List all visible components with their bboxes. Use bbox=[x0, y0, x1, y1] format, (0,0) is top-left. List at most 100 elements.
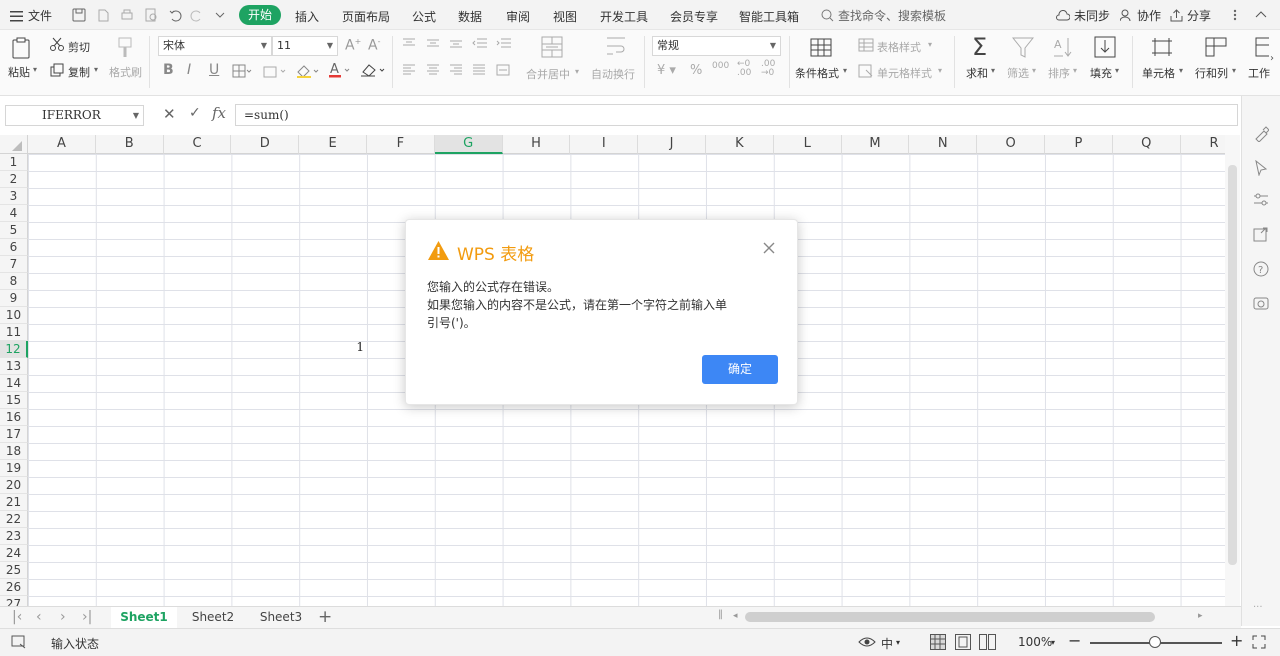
language-dropdown-icon[interactable]: ▾ bbox=[896, 638, 900, 647]
ok-button[interactable]: 确定 bbox=[702, 355, 778, 384]
fullscreen-icon[interactable] bbox=[1252, 635, 1266, 649]
paste-button[interactable]: 粘贴 bbox=[8, 64, 30, 80]
undo-icon[interactable] bbox=[168, 8, 182, 22]
image-tools-icon[interactable] bbox=[1253, 295, 1269, 311]
fill-dropdown-icon[interactable]: ▾ bbox=[1115, 66, 1119, 75]
column-header-i[interactable]: I bbox=[570, 135, 639, 154]
row-column-button[interactable]: 行和列 bbox=[1195, 65, 1228, 81]
cell-dropdown-icon[interactable]: ▾ bbox=[1179, 66, 1183, 75]
cell-e12[interactable]: 1 bbox=[300, 340, 364, 354]
tab-member[interactable]: 会员专享 bbox=[670, 8, 718, 25]
row-header-19[interactable]: 19 bbox=[0, 460, 28, 477]
clear-format-icon[interactable] bbox=[360, 63, 386, 77]
row-header-23[interactable]: 23 bbox=[0, 528, 28, 545]
cell-style-dropdown-icon[interactable]: ▾ bbox=[938, 66, 942, 75]
justify-icon[interactable] bbox=[472, 64, 486, 76]
sync-status[interactable]: 未同步 bbox=[1055, 7, 1110, 24]
row-header-9[interactable]: 9 bbox=[0, 290, 28, 307]
column-header-b[interactable]: B bbox=[95, 135, 164, 154]
row-header-10[interactable]: 10 bbox=[0, 307, 28, 324]
first-sheet-icon[interactable]: |‹ bbox=[12, 609, 22, 625]
column-header-p[interactable]: P bbox=[1045, 135, 1113, 154]
tab-start[interactable]: 开始 bbox=[239, 5, 281, 25]
paste-dropdown-icon[interactable]: ▾ bbox=[33, 65, 37, 74]
tab-view[interactable]: 视图 bbox=[553, 8, 577, 25]
decrease-decimal-icon[interactable]: .00 →0 bbox=[761, 60, 775, 78]
vertical-scroll-thumb[interactable] bbox=[1228, 165, 1237, 565]
fill-color-icon[interactable] bbox=[296, 64, 320, 78]
share-button[interactable]: 分享 bbox=[1170, 7, 1211, 24]
page-layout-view-icon[interactable] bbox=[955, 634, 971, 650]
decrease-indent-icon[interactable] bbox=[472, 38, 488, 48]
select-all-corner[interactable] bbox=[0, 135, 28, 154]
row-header-4[interactable]: 4 bbox=[0, 205, 28, 222]
paste-icon[interactable] bbox=[11, 37, 31, 59]
sort-button[interactable]: 排序 bbox=[1048, 65, 1070, 81]
thousands-icon[interactable]: 000 bbox=[712, 61, 729, 71]
hscroll-right-icon[interactable]: ▸ bbox=[1198, 611, 1203, 621]
tab-formulas[interactable]: 公式 bbox=[412, 8, 436, 25]
print-icon[interactable] bbox=[120, 8, 134, 22]
row-header-24[interactable]: 24 bbox=[0, 545, 28, 562]
column-header-m[interactable]: M bbox=[841, 135, 910, 154]
close-icon[interactable] bbox=[761, 240, 777, 256]
command-search[interactable]: 查找命令、搜索模板 bbox=[821, 7, 946, 24]
row-header-17[interactable]: 17 bbox=[0, 426, 28, 443]
number-format-select[interactable]: 常规 ▼ bbox=[652, 36, 781, 56]
sum-button[interactable]: 求和 bbox=[966, 65, 988, 81]
row-header-3[interactable]: 3 bbox=[0, 188, 28, 205]
copy-dropdown-icon[interactable]: ▾ bbox=[94, 65, 98, 74]
brush-icon[interactable] bbox=[1253, 126, 1269, 142]
align-center-icon[interactable] bbox=[426, 64, 440, 76]
row-header-25[interactable]: 25 bbox=[0, 562, 28, 579]
font-color-icon[interactable]: A bbox=[328, 62, 352, 78]
row-header-22[interactable]: 22 bbox=[0, 511, 28, 528]
row-header-11[interactable]: 11 bbox=[0, 324, 28, 341]
row-header-7[interactable]: 7 bbox=[0, 256, 28, 273]
sheet-tab-3[interactable]: Sheet3 bbox=[248, 607, 314, 628]
help-icon[interactable]: ? bbox=[1253, 261, 1269, 277]
eye-protection-icon[interactable] bbox=[858, 635, 876, 649]
tab-review[interactable]: 审阅 bbox=[506, 8, 530, 25]
tab-data[interactable]: 数据 bbox=[458, 8, 482, 25]
column-header-c[interactable]: C bbox=[163, 135, 232, 154]
cell-style-icon[interactable] bbox=[263, 64, 287, 78]
table-style-button[interactable]: 表格样式 bbox=[877, 39, 921, 55]
file-menu[interactable]: 文件 bbox=[10, 7, 52, 24]
copy-button[interactable]: 复制 bbox=[68, 64, 90, 80]
column-header-n[interactable]: N bbox=[909, 135, 978, 154]
tab-developer[interactable]: 开发工具 bbox=[600, 8, 648, 25]
sheet-tab-2[interactable]: Sheet2 bbox=[180, 607, 246, 628]
prev-sheet-icon[interactable]: ‹ bbox=[36, 609, 42, 625]
wrap-text-button[interactable]: 自动换行 bbox=[591, 66, 635, 82]
decrease-font-icon[interactable]: A- bbox=[368, 37, 380, 54]
save-icon[interactable] bbox=[72, 8, 86, 22]
normal-view-icon[interactable] bbox=[930, 634, 946, 650]
name-box[interactable]: IFERROR ▼ bbox=[5, 105, 144, 126]
filter-dropdown-icon[interactable]: ▾ bbox=[1032, 66, 1036, 75]
last-sheet-icon[interactable]: ›| bbox=[82, 609, 92, 625]
sum-dropdown-icon[interactable]: ▾ bbox=[991, 66, 995, 75]
insert-function-icon[interactable]: fx bbox=[212, 104, 226, 122]
horizontal-scroll-thumb[interactable] bbox=[745, 612, 1155, 622]
column-header-j[interactable]: J bbox=[638, 135, 706, 154]
column-header-a[interactable]: A bbox=[28, 135, 96, 154]
next-sheet-icon[interactable]: › bbox=[60, 609, 66, 625]
align-middle-icon[interactable] bbox=[426, 38, 440, 48]
align-bottom-icon[interactable] bbox=[449, 38, 463, 48]
row-header-27[interactable]: 27 bbox=[0, 596, 28, 606]
distributed-align-icon[interactable] bbox=[496, 64, 510, 76]
confirm-formula-icon[interactable]: ✓ bbox=[189, 105, 201, 121]
cell-style-button[interactable]: 单元格样式 bbox=[877, 65, 932, 81]
name-box-dropdown-icon[interactable]: ▼ bbox=[133, 106, 139, 125]
customize-quick-access-icon[interactable] bbox=[213, 8, 227, 22]
cut-button[interactable]: 剪切 bbox=[68, 39, 90, 55]
row-header-1[interactable]: 1 bbox=[0, 154, 28, 171]
filter-button[interactable]: 筛选 bbox=[1007, 65, 1029, 81]
conditional-format-dropdown-icon[interactable]: ▾ bbox=[843, 66, 847, 75]
border-icon[interactable] bbox=[232, 64, 252, 78]
column-header-d[interactable]: D bbox=[231, 135, 300, 154]
vertical-scrollbar[interactable] bbox=[1225, 135, 1240, 606]
zoom-in-icon[interactable]: + bbox=[1230, 631, 1243, 650]
hscroll-split-icon[interactable]: ‖ bbox=[718, 609, 723, 620]
